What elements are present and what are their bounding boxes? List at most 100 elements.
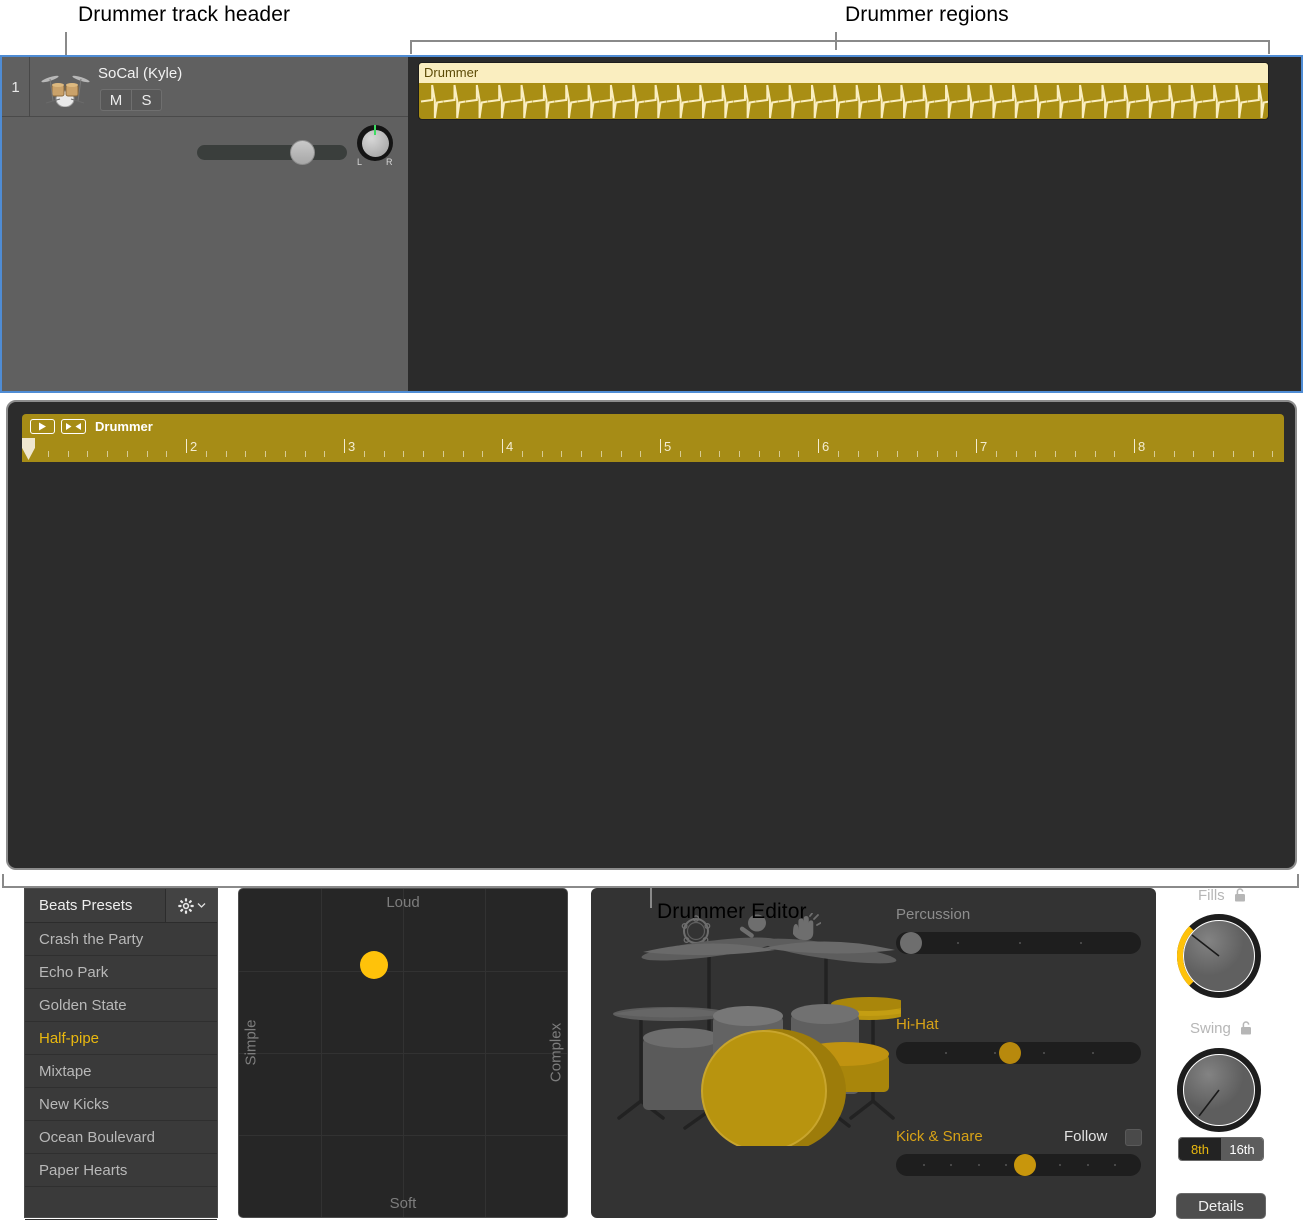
ruler-beat-tick — [1193, 451, 1195, 457]
ruler-bar-line — [186, 439, 187, 453]
follow-checkbox[interactable] — [1125, 1129, 1142, 1146]
mute-button[interactable]: M — [100, 89, 131, 111]
catch-playhead-icon[interactable] — [61, 418, 86, 434]
slider-tick — [1113, 1164, 1116, 1166]
preset-item[interactable]: Golden State — [25, 989, 217, 1022]
slider-tick — [1018, 942, 1021, 944]
pan-left-label: L — [357, 157, 363, 167]
ruler-beat-tick — [482, 451, 484, 457]
ruler-beat-tick — [166, 451, 168, 457]
pan-indicator — [374, 125, 376, 135]
preset-item[interactable]: Paper Hearts — [25, 1154, 217, 1187]
preset-item[interactable]: Mixtape — [25, 1055, 217, 1088]
drummer-editor: Drummer 2345678 Beats Presets Crash the … — [6, 400, 1297, 1220]
play-icon[interactable] — [30, 418, 55, 434]
fills-knob[interactable] — [1175, 912, 1263, 1000]
slider-tick — [1079, 942, 1082, 944]
fills-label: Fills — [1198, 887, 1225, 904]
ruler-beat-tick — [1114, 451, 1116, 457]
volume-slider-thumb[interactable] — [290, 140, 315, 165]
beats-presets-title: Beats Presets — [25, 889, 165, 922]
callout-editor-bracket-left — [2, 874, 4, 888]
preset-item[interactable]: Half-pipe — [25, 1022, 217, 1055]
ruler-beat-tick — [956, 451, 958, 457]
xy-label-loud: Loud — [386, 894, 420, 911]
slider-tick — [1092, 1052, 1094, 1054]
ruler-beat-tick — [541, 451, 543, 457]
ruler-header: Drummer — [22, 414, 153, 438]
ruler-beat-tick — [916, 451, 918, 457]
note-division-8th[interactable]: 8th — [1179, 1138, 1221, 1160]
volume-slider[interactable] — [197, 145, 347, 160]
ruler-bar-number: 6 — [822, 439, 830, 454]
ruler-beat-tick — [107, 451, 108, 457]
slider-label-kick-snare: Kick & Snare — [896, 1128, 983, 1145]
ruler-bar-number: 7 — [980, 439, 988, 454]
callout-regions-bracket-right — [1268, 40, 1270, 54]
ruler-beat-tick — [304, 451, 306, 457]
ruler-beat-tick — [679, 451, 681, 457]
note-division-toggle[interactable]: 8th 16th — [1178, 1137, 1264, 1161]
swing-knob[interactable] — [1175, 1046, 1263, 1134]
ruler-beat-tick — [1035, 451, 1037, 457]
beats-presets-panel: Beats Presets Crash the Party Echo Park … — [24, 888, 218, 1220]
ruler-bar-number: 2 — [190, 439, 198, 454]
xy-pad[interactable]: Loud Soft Simple Complex — [238, 888, 568, 1218]
slider-thumb[interactable] — [998, 1042, 1021, 1064]
ruler-beat-tick — [857, 451, 859, 457]
ruler-beat-tick — [87, 451, 89, 457]
ruler-beat-tick — [1232, 451, 1234, 457]
ruler-beat-tick — [205, 451, 207, 457]
ruler-beat-tick — [581, 451, 582, 457]
callout-track-header-label: Drummer track header — [78, 3, 291, 26]
ruler-beat-tick — [423, 451, 424, 457]
ruler-beat-tick — [146, 451, 148, 457]
beats-presets-list[interactable]: Crash the Party Echo Park Golden State Half… — [25, 923, 217, 1220]
ruler-beat-tick — [1055, 451, 1056, 457]
ruler-beat-tick — [1015, 451, 1017, 457]
ruler-beat-tick — [126, 451, 128, 457]
callout-regions-label: Drummer regions — [845, 3, 1009, 26]
ruler-beat-tick — [47, 451, 49, 457]
ruler-bar-line — [818, 439, 819, 453]
ruler-bar-line — [976, 439, 977, 453]
ruler-beat-tick — [1173, 451, 1175, 457]
details-button[interactable]: Details — [1176, 1193, 1266, 1219]
ruler-bar-number: 8 — [1138, 439, 1146, 454]
solo-button[interactable]: S — [131, 89, 162, 111]
editor-ruler[interactable]: Drummer 2 3 4 5 6 7 8 — [22, 414, 1284, 462]
ruler-label: Drummer — [95, 418, 153, 434]
ruler-beat-tick — [600, 451, 602, 457]
lock-open-icon[interactable] — [1234, 888, 1246, 902]
ruler-beat-tick — [1252, 451, 1254, 457]
follow-label: Follow — [1064, 1128, 1108, 1145]
drummer-track-header[interactable]: 1 SoCal (Kyle) M S L R — [2, 57, 408, 167]
note-division-16th[interactable]: 16th — [1221, 1138, 1263, 1160]
beats-presets-header: Beats Presets — [25, 889, 217, 923]
drummer-region[interactable]: Drummer — [418, 62, 1269, 120]
callout-regions-bracket-top — [410, 40, 1270, 42]
lock-open-icon[interactable] — [1240, 1021, 1252, 1035]
ruler-beat-tick — [1153, 451, 1155, 457]
ruler-bar-number: 3 — [348, 439, 356, 454]
drum-kit-illustration[interactable] — [601, 896, 901, 1146]
ruler-beat-tick — [620, 451, 622, 457]
ruler-bar-line — [502, 439, 503, 453]
xy-pad-puck[interactable] — [360, 950, 389, 979]
preset-item[interactable]: Crash the Party — [25, 923, 217, 956]
ruler-beat-tick — [561, 451, 563, 457]
ruler-beat-tick — [897, 451, 898, 457]
slider-tick — [945, 1052, 947, 1054]
xy-label-complex: Complex — [547, 1022, 565, 1083]
preset-item[interactable]: Echo Park — [25, 956, 217, 989]
region-name: Drummer — [419, 63, 1268, 83]
callout-editor-label: Drummer Editor — [657, 900, 807, 923]
swing-label-row: Swing — [1190, 1020, 1252, 1037]
preset-item[interactable]: Ocean Boulevard — [25, 1121, 217, 1154]
track-name[interactable]: SoCal (Kyle) — [98, 65, 182, 82]
presets-menu-button[interactable] — [165, 889, 217, 922]
slider-label-hi-hat: Hi-Hat — [896, 1016, 939, 1033]
preset-item[interactable]: New Kicks — [25, 1088, 217, 1121]
xy-grid-line — [485, 889, 486, 1217]
slider-label-percussion: Percussion — [896, 906, 971, 923]
